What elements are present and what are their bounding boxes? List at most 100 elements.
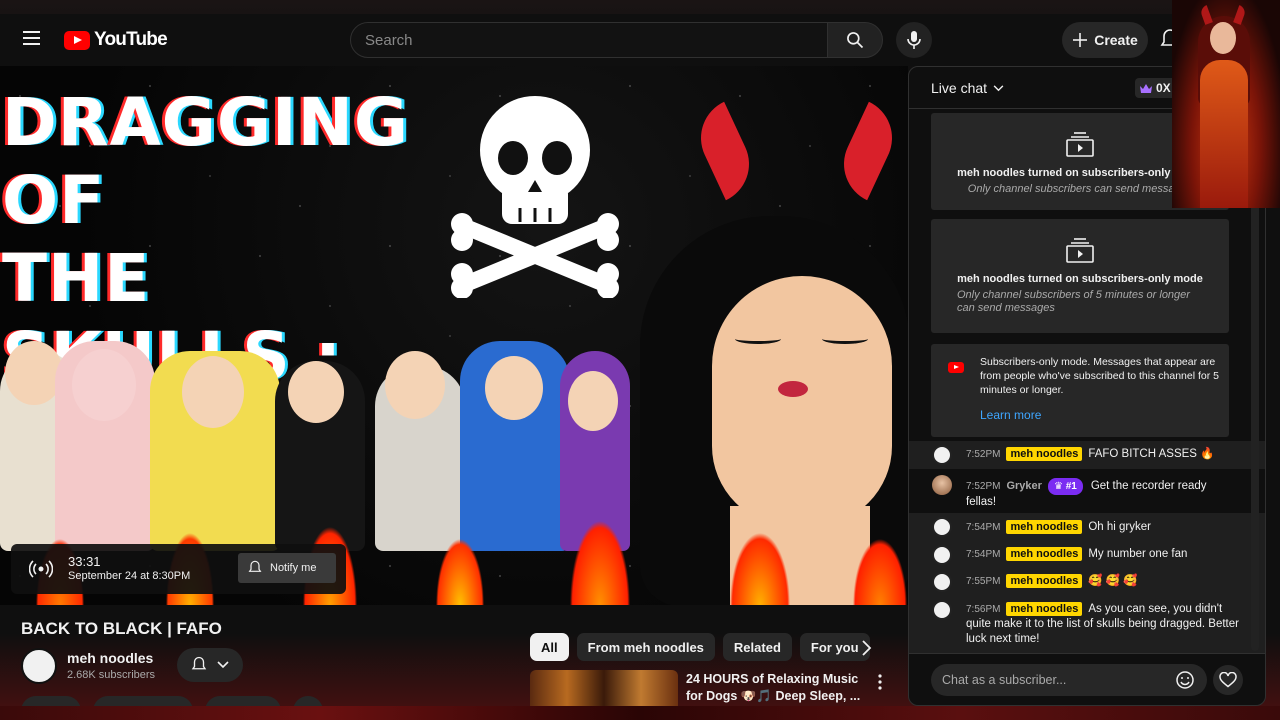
related-video-title[interactable]: 24 HOURS of Relaxing Music for Dogs 🐶🎵 D… — [686, 671, 870, 705]
subscribers-only-info: Subscribers-only mode. Messages that app… — [931, 344, 1229, 437]
search-button[interactable] — [827, 22, 883, 58]
overlay-horn-left — [1199, 5, 1213, 25]
message-body: 7:55PM meh noodles 🥰 🥰 🥰 — [966, 574, 1247, 589]
subscribers-only-icon — [1066, 132, 1094, 157]
channel-avatar[interactable] — [21, 648, 57, 684]
chat-message[interactable]: 7:54PM meh noodles Oh hi gryker — [909, 513, 1265, 541]
chat-message-input[interactable] — [931, 664, 1207, 696]
message-author[interactable]: meh noodles — [1006, 602, 1083, 616]
message-text: My number one fan — [1088, 548, 1188, 560]
devil-lips — [778, 381, 808, 397]
overlay-head — [1210, 22, 1236, 54]
message-body: 7:54PM meh noodles My number one fan — [966, 547, 1247, 562]
message-body: 7:52PM Gryker ♛ #1 Get the recorder ready f… — [966, 478, 1235, 510]
points-value: 0X — [1156, 81, 1171, 95]
overlay-horn-right — [1233, 5, 1247, 25]
chevron-right-icon[interactable] — [856, 638, 876, 658]
author-avatar — [932, 517, 952, 537]
create-label: Create — [1094, 32, 1138, 48]
message-author[interactable]: meh noodles — [1006, 547, 1083, 561]
heart-icon — [1219, 672, 1237, 688]
create-button[interactable]: Create — [1062, 22, 1148, 58]
notify-me-button[interactable]: Notify me — [238, 553, 336, 583]
message-author[interactable]: meh noodles — [1006, 574, 1083, 588]
premiere-duration: 33:31 — [68, 554, 101, 569]
devil-eye-right — [822, 334, 868, 344]
video-title: BACK TO BLACK | FAFO — [21, 619, 222, 638]
chat-title: Live chat — [931, 80, 988, 96]
bell-icon — [191, 656, 207, 670]
info-text: Subscribers-only mode. Messages that app… — [980, 356, 1219, 396]
chevron-down-icon — [993, 84, 1004, 91]
cartoon-face — [385, 351, 445, 419]
chat-message[interactable]: 7:55PM meh noodles 🥰 🥰 🥰 — [909, 568, 1265, 596]
menu-icon[interactable] — [20, 27, 44, 51]
channel-points-badge[interactable]: 0X — [1135, 78, 1177, 98]
author-avatar — [932, 545, 952, 565]
search-icon — [847, 32, 864, 49]
learn-more-link[interactable]: Learn more — [980, 408, 1041, 422]
chat-message[interactable]: 7:52PM meh noodles FAFO BITCH ASSES 🔥 — [909, 441, 1265, 469]
message-time: 7:52PM — [966, 481, 1001, 492]
stream-overlay-bottom-strip — [0, 706, 1280, 720]
reaction-button[interactable] — [1213, 665, 1243, 695]
search-input[interactable] — [350, 22, 828, 58]
chip-related[interactable]: Related — [722, 633, 792, 661]
message-author[interactable]: Gryker — [1006, 480, 1041, 492]
rank-badge: ♛ #1 — [1047, 478, 1083, 495]
chat-input-area — [909, 653, 1265, 705]
message-author[interactable]: meh noodles — [1006, 447, 1083, 461]
youtube-watch-page: YouTube Create DRAGGING OF THE SKULLS : … — [0, 0, 1280, 720]
youtube-logo-icon — [64, 30, 90, 50]
cartoon-face — [72, 349, 136, 421]
author-avatar — [932, 572, 952, 592]
message-time: 7:54PM — [966, 522, 1001, 533]
cartoon-face — [485, 356, 543, 420]
notify-label: Notify me — [270, 562, 317, 574]
live-broadcast-icon — [29, 560, 53, 578]
devil-eye-left — [735, 334, 781, 344]
chevron-down-icon — [217, 661, 229, 669]
message-time: 7:54PM — [966, 549, 1001, 560]
chat-message[interactable]: 7:56PM meh noodles As you can see, you did… — [909, 596, 1265, 653]
message-text: Get the recorder ready fellas! — [966, 480, 1207, 508]
message-body: 7:54PM meh noodles Oh hi gryker — [966, 520, 1247, 535]
notice-title: meh noodles turned on subscribers-only m… — [957, 273, 1203, 285]
chip-from-channel[interactable]: From meh noodles — [576, 633, 715, 661]
stream-overlay-devil-woman-image — [1172, 0, 1280, 208]
author-avatar — [932, 475, 952, 495]
crown-icon — [1140, 83, 1152, 93]
message-time: 7:55PM — [966, 576, 1001, 587]
subscription-bell-button[interactable] — [177, 648, 243, 682]
logo-text: YouTube — [94, 29, 168, 50]
more-vert-icon[interactable] — [876, 673, 884, 691]
skull-crossbones-icon — [451, 96, 619, 298]
message-text: Oh hi gryker — [1088, 521, 1151, 533]
plus-icon — [1073, 33, 1088, 47]
author-avatar — [932, 600, 952, 620]
chat-mode-selector[interactable]: Live chat — [931, 80, 1004, 96]
subscribers-only-icon — [1066, 238, 1094, 263]
overlay-body — [1200, 60, 1248, 208]
emoji-icon[interactable] — [1175, 670, 1195, 690]
youtube-logo[interactable]: YouTube — [64, 29, 168, 51]
notice-subtitle: Only channel subscribers of 5 minutes or… — [957, 289, 1190, 314]
chat-message[interactable]: 7:52PM Gryker ♛ #1 Get the recorder ready f… — [909, 471, 1265, 513]
related-filter-chips: All From meh noodles Related For you — [530, 633, 870, 661]
chat-message[interactable]: 7:54PM meh noodles My number one fan — [909, 541, 1265, 568]
message-time: 7:56PM — [966, 604, 1001, 615]
voice-search-button[interactable] — [896, 22, 932, 58]
bell-icon — [248, 560, 262, 572]
premiere-schedule: September 24 at 8:30PM — [68, 570, 191, 582]
chip-all[interactable]: All — [530, 633, 569, 661]
author-avatar — [932, 445, 952, 465]
message-author[interactable]: meh noodles — [1006, 520, 1083, 534]
system-notice: meh noodles turned on subscribers-only m… — [931, 219, 1229, 333]
rank-value: #1 — [1065, 481, 1077, 492]
message-body: 7:56PM meh noodles As you can see, you did… — [966, 602, 1243, 647]
channel-name-link[interactable]: meh noodles — [67, 650, 153, 666]
premiere-card: 33:31 September 24 at 8:30PM Notify me — [11, 544, 346, 594]
video-player[interactable]: DRAGGING OF THE SKULLS : FAFO EDITION — [0, 66, 908, 605]
related-video-thumbnail[interactable] — [530, 670, 678, 710]
crown-icon: ♛ — [1053, 481, 1066, 492]
